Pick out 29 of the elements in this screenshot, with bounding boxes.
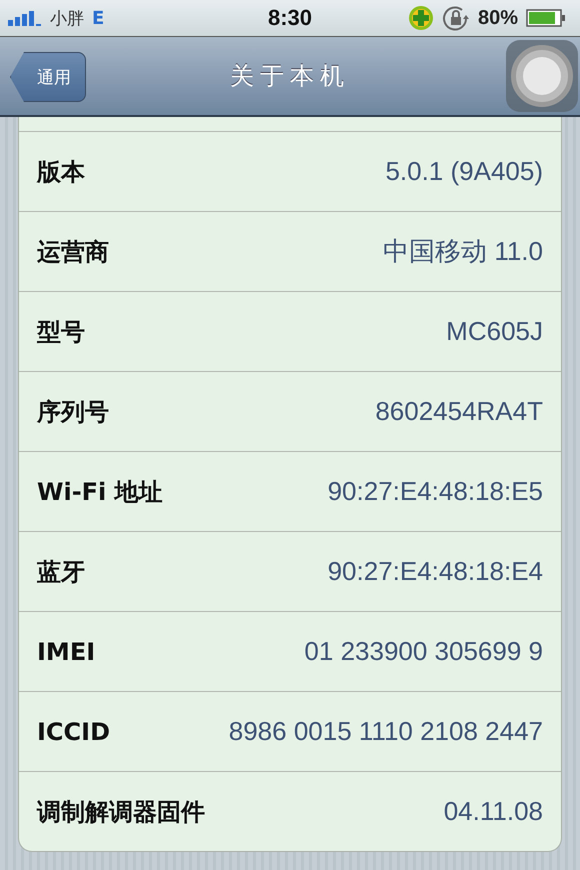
battery-percent: 80% — [478, 6, 518, 30]
row-label: 调制解调器固件 — [37, 796, 205, 828]
row-value: 01 233900 305699 9 — [304, 636, 543, 667]
row-value: 5.0.1 (9A405) — [385, 156, 543, 187]
plus-icon — [408, 5, 434, 31]
row-value: 90:27:E4:48:18:E5 — [328, 476, 543, 507]
row-value: 中国移动 11.0 — [383, 235, 543, 268]
battery-icon — [526, 9, 566, 27]
row-label: IMEI — [37, 638, 96, 666]
network-type: E — [92, 8, 104, 28]
row-value: 8602454RA4T — [375, 396, 543, 427]
row-value: 8986 0015 1110 2108 2447 — [228, 716, 543, 747]
row-value: MC605J — [446, 316, 543, 347]
row-label: 运营商 — [37, 236, 109, 268]
row-label: 版本 — [37, 156, 85, 188]
page-title: 关于本机 — [230, 61, 350, 92]
row-value: 04.11.08 — [444, 796, 543, 827]
row-label: Wi-Fi 地址 — [37, 476, 163, 508]
row-value: 90:27:E4:48:18:E4 — [328, 556, 543, 587]
signal-icon — [8, 10, 42, 26]
row-label: 型号 — [37, 316, 85, 348]
carrier-name: 小胖 — [50, 8, 84, 30]
assistive-touch-button[interactable] — [506, 40, 578, 112]
back-button[interactable]: 通用 — [10, 52, 86, 102]
status-time: 8:30 — [268, 5, 312, 31]
row-label: 蓝牙 — [37, 556, 85, 588]
row-label: ICCID — [37, 718, 110, 746]
rotation-lock-icon — [442, 5, 470, 31]
row-label: 序列号 — [37, 396, 109, 428]
